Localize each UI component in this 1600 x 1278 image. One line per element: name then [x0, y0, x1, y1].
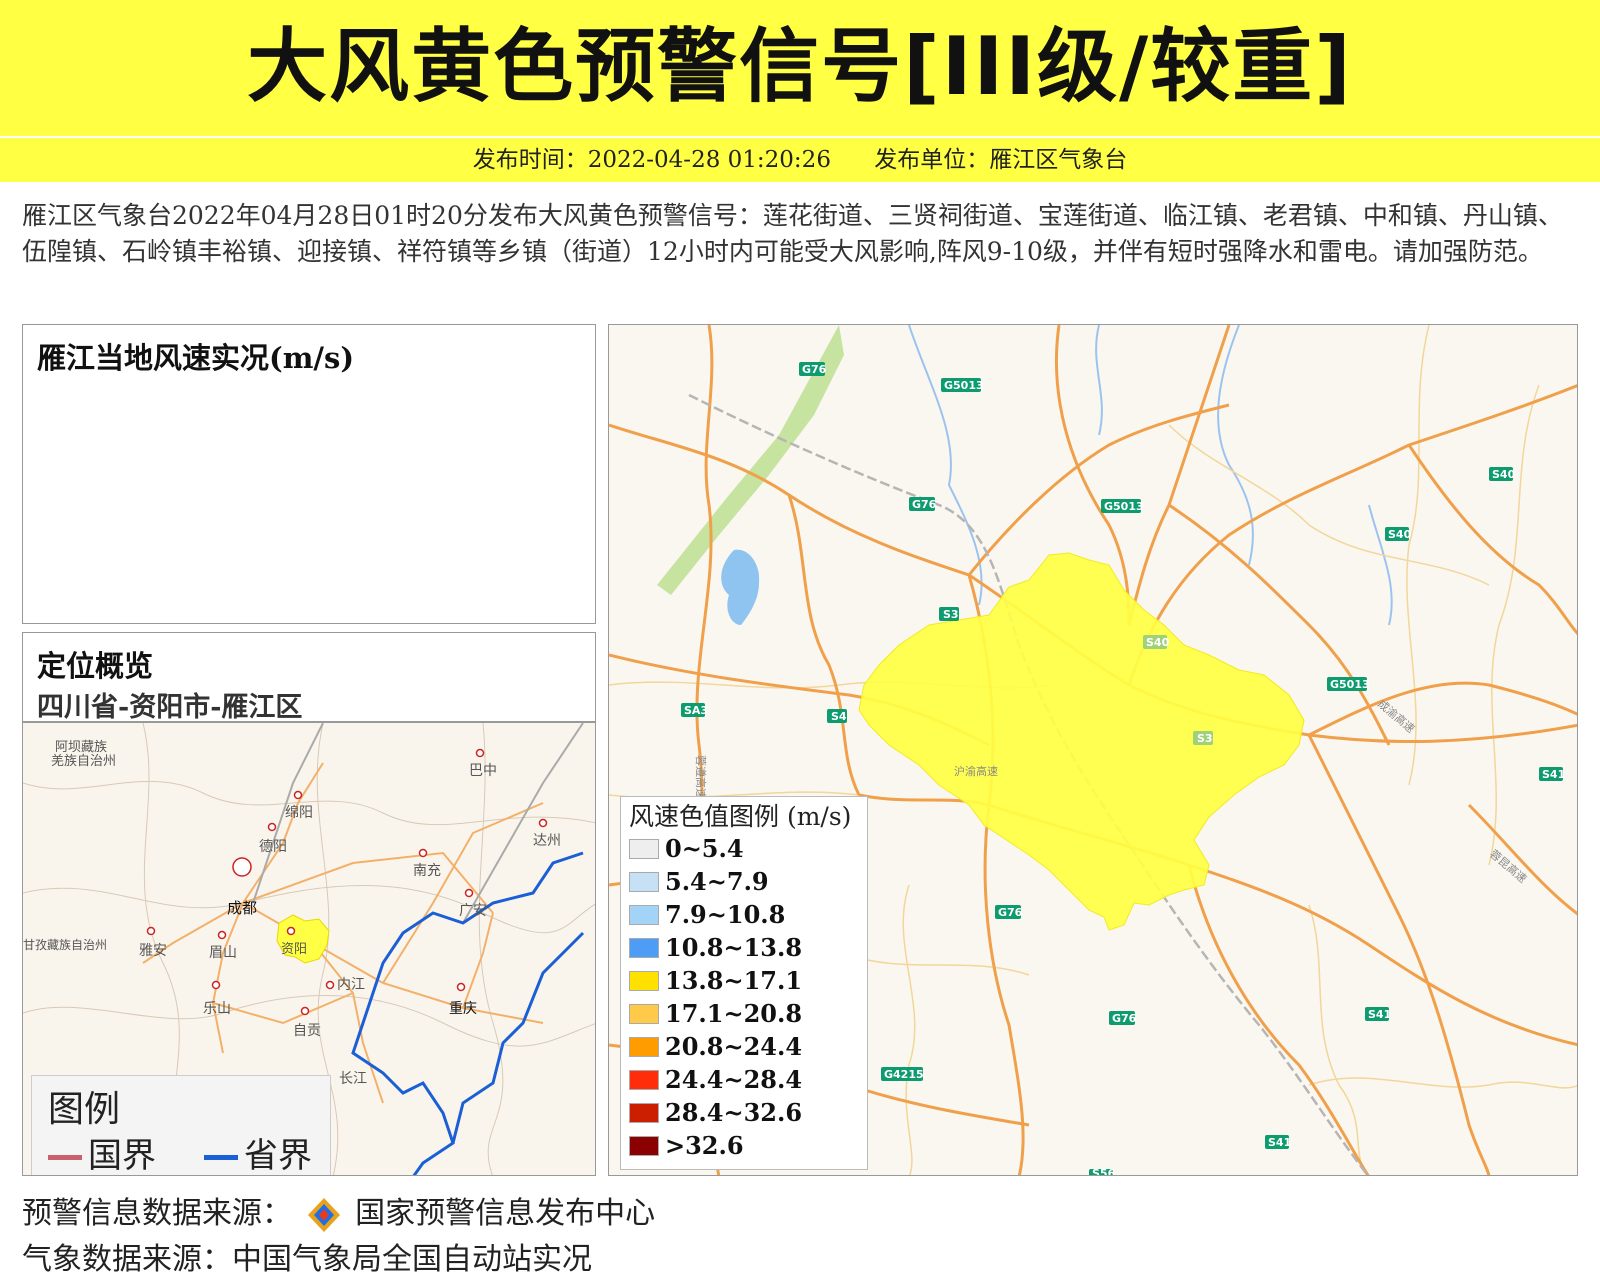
- shield-g4215: G4215: [884, 1068, 924, 1081]
- location-title: 定位概览: [37, 649, 154, 683]
- shield-g76-a: G76: [802, 363, 827, 376]
- warning-source-org[interactable]: 国家预警信息发布中心: [355, 1196, 655, 1231]
- map-label-bazhong: 巴中: [469, 763, 497, 779]
- legend-label-2: 7.9~10.8: [665, 900, 786, 929]
- map-label-guangan: 广安: [459, 903, 487, 919]
- map-label-changjiang: 长江: [339, 1071, 367, 1087]
- provincial-border-label: 省界: [244, 1136, 312, 1176]
- legend-national-border: 国界: [48, 1128, 156, 1176]
- warning-description: 雁江区气象台2022年04月28日01时20分发布大风黄色预警信号：莲花街道、三…: [22, 201, 1563, 266]
- legend-label-4: 13.8~17.1: [665, 966, 803, 995]
- warning-source-label: 预警信息数据来源：: [22, 1196, 292, 1231]
- shield-s41-b: S41: [1368, 1008, 1391, 1021]
- publish-time: 发布时间：2022-04-28 01:20:26: [472, 147, 831, 173]
- legend-swatch-0: [629, 839, 659, 859]
- location-overview-map[interactable]: 阿坝藏族 羌族自治州 巴中 绵阳 德阳 达州 南充 成都 广安 甘孜藏族自治州 …: [22, 722, 596, 1176]
- legend-swatch-1: [629, 872, 659, 892]
- legend-swatch-7: [629, 1070, 659, 1090]
- overview-legend: 图例 国界 省界: [31, 1075, 331, 1176]
- shield-s40-a: S40: [1492, 468, 1516, 481]
- map-label-ganzi: 甘孜藏族自治州: [23, 938, 107, 952]
- map-label-zigong: 自贡: [293, 1023, 321, 1039]
- wind-legend-title: 风速色值图例 (m/s): [629, 802, 852, 831]
- legend-label-5: 17.1~20.8: [665, 999, 803, 1028]
- map-label-deyang: 德阳: [259, 839, 287, 855]
- expressway-label-huyu: 沪渝高速: [954, 764, 998, 778]
- shield-s40-b: S40: [1388, 528, 1412, 541]
- shield-g5013-c: G5013: [1330, 678, 1370, 691]
- map-label-chongqing: 重庆: [449, 1001, 477, 1017]
- shield-g76-b: G76: [912, 498, 937, 511]
- provincial-border-line-icon: [204, 1155, 238, 1160]
- legend-swatch-4: [629, 971, 659, 991]
- shield-s3-b: S3: [1197, 732, 1213, 745]
- legend-swatch-9: [629, 1136, 659, 1156]
- shield-sa3: SA3: [684, 704, 708, 717]
- publish-unit: 发布单位：雁江区气象台: [874, 147, 1128, 173]
- shield-g76-c: G76: [998, 906, 1023, 919]
- map-label-aba: 阿坝藏族: [55, 739, 107, 755]
- wind-speed-legend: 风速色值图例 (m/s) 0~5.4 5.4~7.9 7.9~10.8 10.8…: [620, 796, 868, 1170]
- map-label-dazhou: 达州: [533, 833, 561, 849]
- map-label-chengdu: 成都: [227, 899, 257, 917]
- national-border-line-icon: [48, 1155, 82, 1160]
- shield-s3-a: S3: [943, 608, 959, 621]
- warning-source-line: 预警信息数据来源： 国家预警信息发布中心: [22, 1188, 655, 1234]
- shield-g5013-b: G5013: [1104, 500, 1144, 513]
- legend-swatch-8: [629, 1103, 659, 1123]
- legend-swatch-2: [629, 905, 659, 925]
- map-label-leshan: 乐山: [203, 1001, 231, 1017]
- map-label-yaan: 雅安: [139, 943, 167, 959]
- meta-line: 发布时间：2022-04-28 01:20:26 发布单位：雁江区气象台: [0, 138, 1600, 182]
- map-label-nanchong: 南充: [413, 863, 441, 879]
- national-border-label: 国界: [88, 1136, 156, 1176]
- shield-s56: S56: [1092, 1167, 1116, 1176]
- legend-swatch-3: [629, 938, 659, 958]
- location-subtitle: 四川省-资阳市-雁江区: [37, 692, 303, 723]
- weather-source-line: 气象数据来源：中国气象局全国自动站实况: [22, 1242, 592, 1277]
- warning-center-logo-icon: [307, 1197, 340, 1232]
- shield-s41-c: S41: [1268, 1136, 1291, 1149]
- shield-s4: S4: [831, 710, 847, 723]
- wind-speed-panel: 雁江当地风速实况(m/s): [22, 324, 596, 624]
- shield-s41-a: S41: [1542, 768, 1565, 781]
- map-label-neijiang: 内江: [337, 977, 365, 993]
- title-bar: 大风黄色预警信号[III级/较重]: [0, 0, 1600, 136]
- legend-label-1: 5.4~7.9: [665, 867, 769, 896]
- legend-swatch-6: [629, 1037, 659, 1057]
- legend-provincial-border: 省界: [204, 1128, 312, 1176]
- legend-label-3: 10.8~13.8: [665, 933, 803, 962]
- legend-label-7: 24.4~28.4: [665, 1065, 803, 1094]
- legend-label-6: 20.8~24.4: [665, 1032, 803, 1061]
- location-header-panel: 定位概览 四川省-资阳市-雁江区: [22, 632, 596, 723]
- meta-bar: 发布时间：2022-04-28 01:20:26 发布单位：雁江区气象台: [0, 138, 1600, 182]
- map-label-aba2: 羌族自治州: [51, 753, 116, 769]
- expressway-label-rongzun: 蓉遵高速: [694, 755, 708, 799]
- page-title: 大风黄色预警信号[III级/较重]: [247, 20, 1353, 113]
- overview-legend-title: 图例: [48, 1089, 121, 1130]
- legend-label-8: 28.4~32.6: [665, 1098, 803, 1127]
- shield-s40-c: S40: [1146, 636, 1170, 649]
- wind-speed-title: 雁江当地风速实况(m/s): [37, 341, 355, 375]
- legend-swatch-5: [629, 1004, 659, 1024]
- shield-g76-d: G76: [1112, 1012, 1137, 1025]
- map-label-mianyang: 绵阳: [285, 804, 313, 821]
- map-label-meishan: 眉山: [209, 945, 237, 961]
- legend-label-0: 0~5.4: [665, 834, 744, 863]
- legend-label-9: >32.6: [665, 1131, 744, 1160]
- map-label-ziyang: 资阳: [281, 942, 307, 957]
- shield-g5013-a: G5013: [944, 379, 984, 392]
